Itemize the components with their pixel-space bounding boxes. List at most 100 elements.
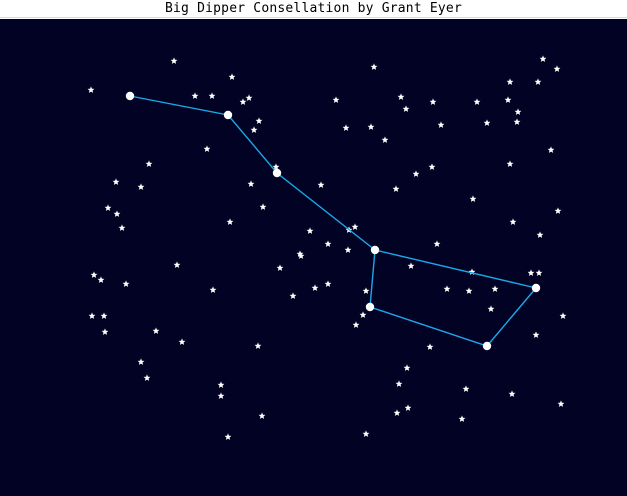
background-star (473, 98, 481, 105)
background-star (370, 63, 378, 70)
background-star (534, 78, 542, 85)
big-dipper-line (129, 95, 538, 347)
background-star (101, 328, 109, 335)
background-star (245, 94, 253, 101)
background-star (504, 96, 512, 103)
background-star (118, 224, 126, 231)
background-star (217, 381, 225, 388)
background-star (170, 57, 178, 64)
background-star (559, 312, 567, 319)
background-star (173, 261, 181, 268)
background-star (539, 55, 547, 62)
background-star (553, 65, 561, 72)
background-star (88, 312, 96, 319)
background-star (259, 203, 267, 210)
app-window: Big Dipper Consellation by Grant Eyer (0, 0, 627, 496)
background-star (491, 285, 499, 292)
background-star (351, 223, 359, 230)
background-star (122, 280, 130, 287)
background-star (104, 204, 112, 211)
background-star (362, 430, 370, 437)
background-star (437, 121, 445, 128)
background-star (258, 412, 266, 419)
background-star (554, 207, 562, 214)
background-star (404, 404, 412, 411)
background-star (508, 390, 516, 397)
background-stars (87, 55, 567, 440)
background-star (112, 178, 120, 185)
constellation-star (272, 168, 282, 178)
background-star (443, 285, 451, 292)
background-star (392, 185, 400, 192)
constellation-stars (125, 91, 541, 351)
background-star (137, 183, 145, 190)
background-star (535, 269, 543, 276)
background-star (97, 276, 105, 283)
background-star (557, 400, 565, 407)
window-titlebar: Big Dipper Consellation by Grant Eyer (0, 0, 627, 18)
background-star (203, 145, 211, 152)
background-star (509, 218, 517, 225)
background-star (317, 181, 325, 188)
constellation-star (125, 91, 135, 101)
background-star (342, 124, 350, 131)
background-star (483, 119, 491, 126)
background-star (513, 118, 521, 125)
constellation-star (365, 302, 375, 312)
background-star (547, 146, 555, 153)
sky-canvas (0, 19, 627, 496)
background-star (324, 280, 332, 287)
background-star (407, 262, 415, 269)
background-star (191, 92, 199, 99)
background-star (311, 284, 319, 291)
constellation-star (531, 283, 541, 293)
background-star (137, 358, 145, 365)
background-star (469, 195, 477, 202)
background-star (217, 392, 225, 399)
background-star (324, 240, 332, 247)
background-star (228, 73, 236, 80)
background-star (250, 126, 258, 133)
background-star (289, 292, 297, 299)
background-star (506, 160, 514, 167)
background-star (87, 86, 95, 93)
background-star (209, 286, 217, 293)
background-star (506, 78, 514, 85)
background-star (428, 163, 436, 170)
background-star (178, 338, 186, 345)
background-star (393, 409, 401, 416)
background-star (403, 364, 411, 371)
background-star (426, 343, 434, 350)
background-star (254, 342, 262, 349)
background-star (465, 287, 473, 294)
background-star (239, 98, 247, 105)
background-star (395, 380, 403, 387)
background-star (402, 105, 410, 112)
background-star (306, 227, 314, 234)
background-star (276, 264, 284, 271)
background-star (433, 240, 441, 247)
background-star (224, 433, 232, 440)
background-star (536, 231, 544, 238)
background-star (397, 93, 405, 100)
constellation-svg (87, 55, 567, 440)
constellation-star (370, 245, 380, 255)
background-star (226, 218, 234, 225)
background-star (113, 210, 121, 217)
background-star (143, 374, 151, 381)
constellation-star (223, 110, 233, 120)
background-star (514, 108, 522, 115)
window-title: Big Dipper Consellation by Grant Eyer (165, 1, 462, 16)
background-star (100, 312, 108, 319)
background-star (145, 160, 153, 167)
background-star (247, 180, 255, 187)
background-star (458, 415, 466, 422)
constellation-star (482, 341, 492, 351)
background-star (352, 321, 360, 328)
background-star (527, 269, 535, 276)
background-star (359, 311, 367, 318)
background-star (362, 287, 370, 294)
background-star (532, 331, 540, 338)
background-star (429, 98, 437, 105)
background-star (208, 92, 216, 99)
